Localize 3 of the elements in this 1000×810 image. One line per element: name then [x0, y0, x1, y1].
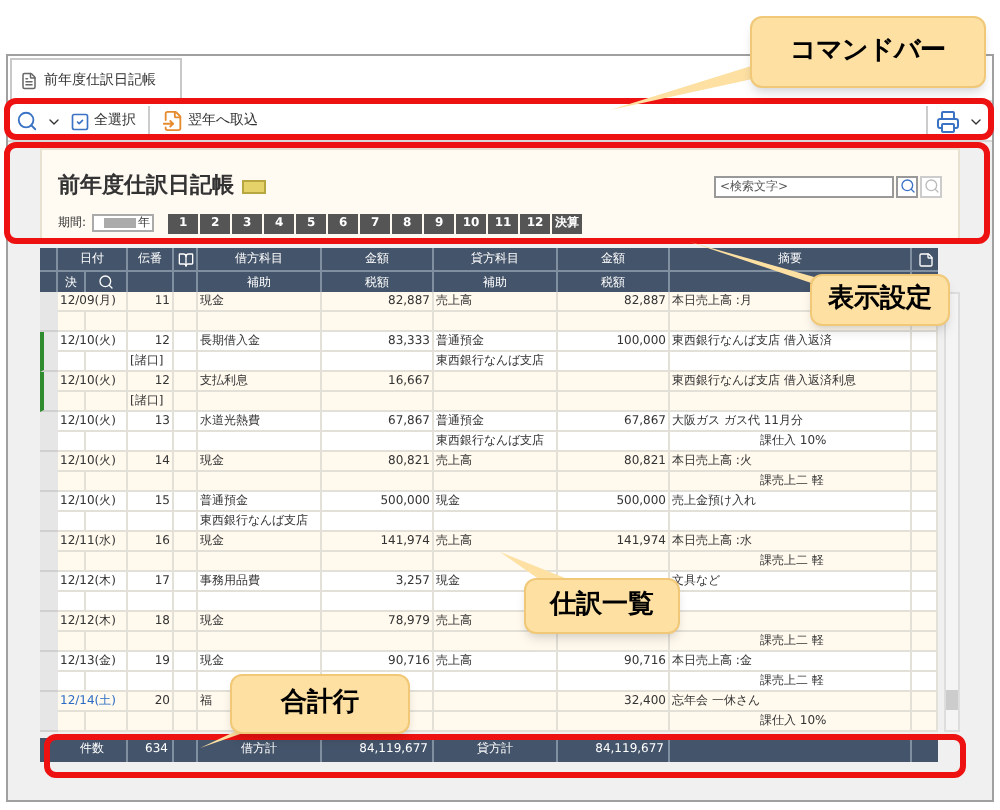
callout-balloon: コマンドバー: [750, 16, 986, 88]
callout-balloon: 表示設定: [810, 274, 950, 326]
page-title: 前年度仕訳日記帳: [58, 170, 234, 202]
